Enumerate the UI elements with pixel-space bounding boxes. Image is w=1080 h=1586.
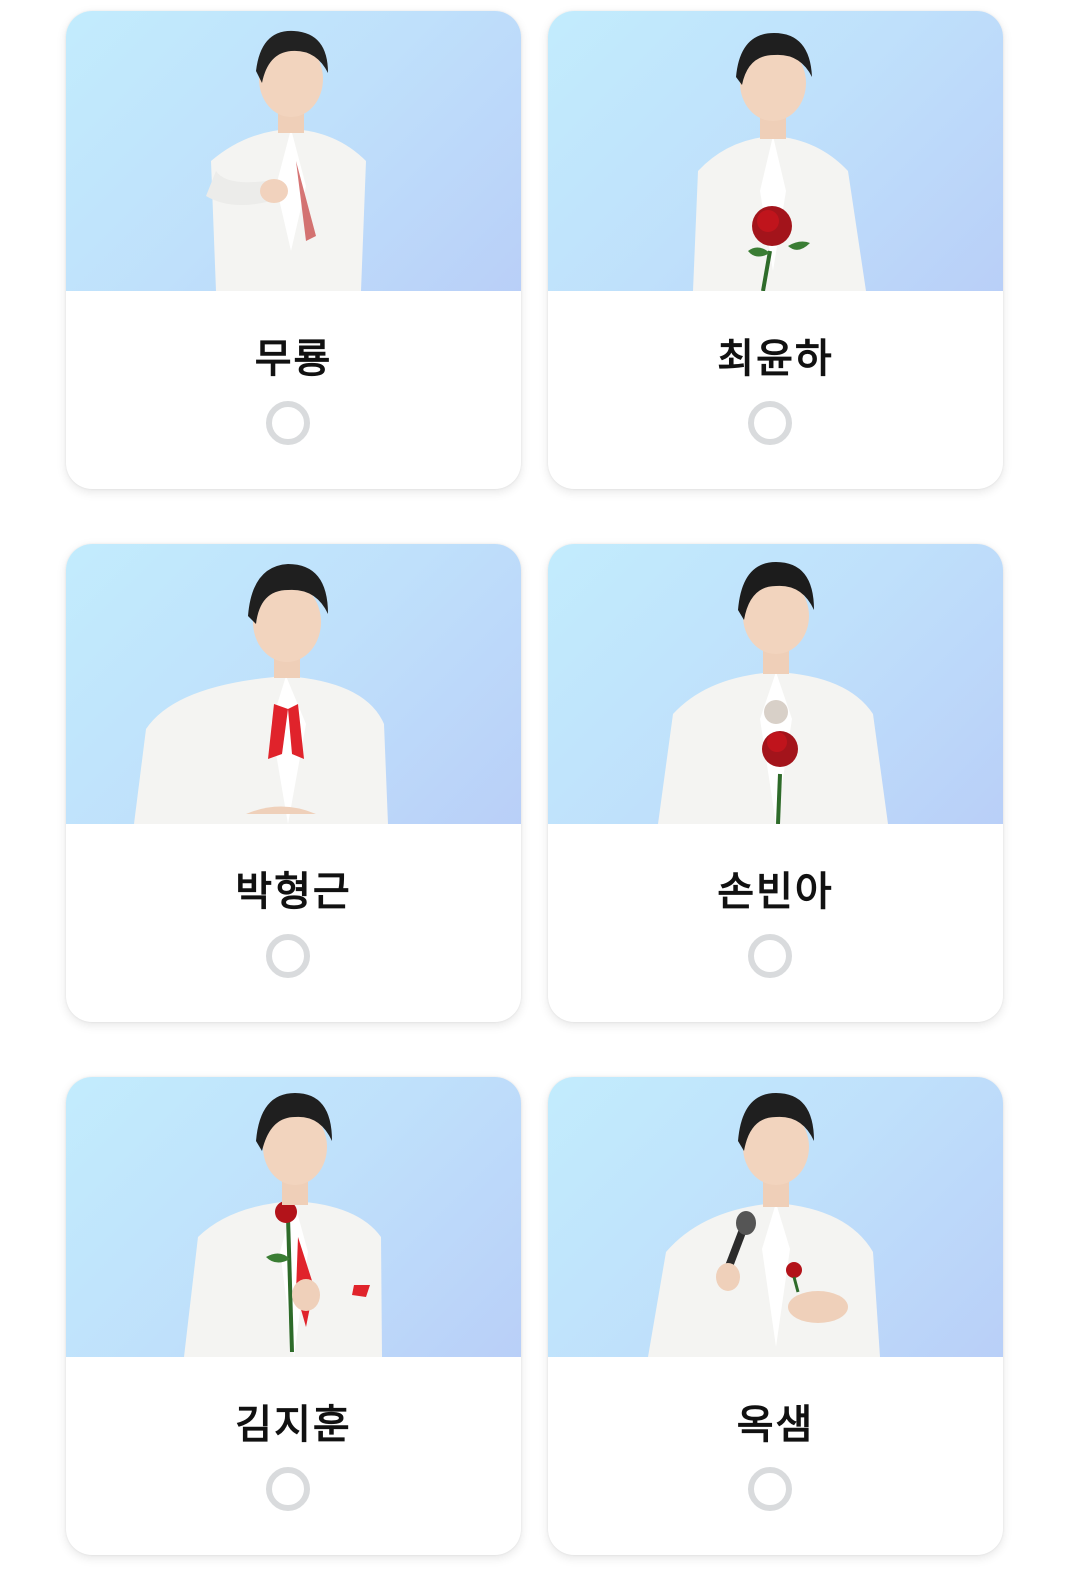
- candidate-name: 무룡: [254, 336, 333, 382]
- vote-radio[interactable]: [266, 401, 310, 445]
- candidate-photo: [548, 11, 1003, 291]
- vote-radio[interactable]: [266, 934, 310, 978]
- candidate-card[interactable]: 최윤하: [548, 11, 1003, 489]
- candidate-photo: [66, 11, 521, 291]
- vote-radio[interactable]: [748, 1467, 792, 1511]
- candidate-name: 옥샘: [736, 1402, 815, 1448]
- candidate-card[interactable]: 손빈아: [548, 544, 1003, 1022]
- candidate-name: 최윤하: [717, 336, 834, 382]
- candidate-card[interactable]: 박형근: [66, 544, 521, 1022]
- vote-radio[interactable]: [748, 934, 792, 978]
- candidate-photo: [548, 544, 1003, 824]
- candidate-card[interactable]: 무룡: [66, 11, 521, 489]
- candidate-card[interactable]: 옥샘: [548, 1077, 1003, 1555]
- candidate-photo: [66, 544, 521, 824]
- candidate-photo: [548, 1077, 1003, 1357]
- candidate-card[interactable]: 김지훈: [66, 1077, 521, 1555]
- candidate-name: 김지훈: [235, 1402, 352, 1448]
- candidate-name: 손빈아: [717, 869, 834, 915]
- vote-radio[interactable]: [266, 1467, 310, 1511]
- candidate-name: 박형근: [235, 869, 352, 915]
- candidate-photo: [66, 1077, 521, 1357]
- candidate-grid: 무룡 최윤하 박형근 손빈아 김지훈 옥샘: [0, 0, 1080, 1586]
- vote-radio[interactable]: [748, 401, 792, 445]
